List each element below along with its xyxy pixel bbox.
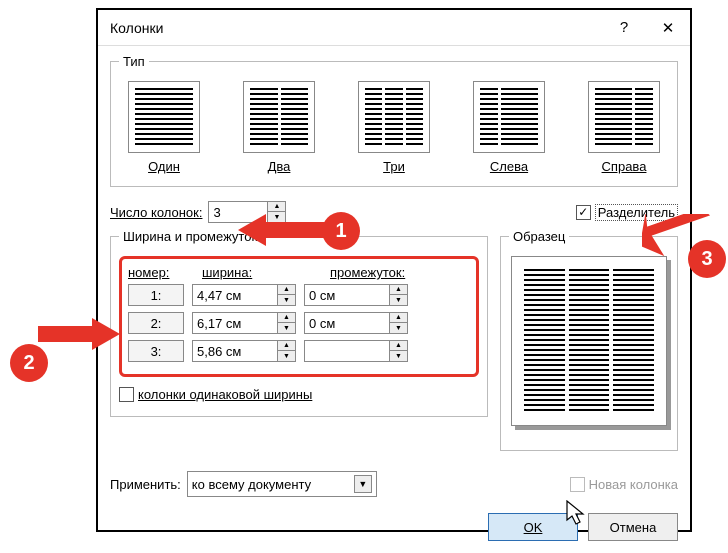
chevron-down-icon: ▼	[354, 475, 372, 493]
sample-legend: Образец	[509, 229, 569, 244]
table-row: 1: ▲▼ ▲▼	[128, 284, 470, 306]
checkbox-checked-icon: ✓	[576, 205, 591, 220]
new-column-checkbox: Новая колонка	[570, 477, 678, 492]
close-button[interactable]: ✕	[646, 10, 690, 45]
table-row: 2: ▲▼ ▲▼	[128, 312, 470, 334]
highlight-box-2: номер: ширина: промежуток: 1: ▲▼ ▲▼ 2:	[119, 256, 479, 377]
dialog-title: Колонки	[98, 20, 602, 36]
mouse-cursor-icon	[566, 500, 586, 529]
col-header-width: ширина:	[202, 265, 322, 280]
checkbox-unchecked-icon	[119, 387, 134, 402]
gap-3-spinner[interactable]: ▲▼	[304, 340, 408, 362]
apply-label: Применить:	[110, 477, 181, 492]
type-legend: Тип	[119, 54, 149, 69]
gap-1-spinner[interactable]: ▲▼	[304, 284, 408, 306]
width-1-spinner[interactable]: ▲▼	[192, 284, 296, 306]
columns-dialog: Колонки ? ✕ Тип Один Два Три	[96, 8, 692, 532]
cancel-button[interactable]: Отмена	[588, 513, 678, 541]
width-group: Ширина и промежуток номер: ширина: проме…	[110, 229, 488, 417]
callout-2: 2	[10, 344, 48, 382]
num-columns-label: Число колонок:	[110, 205, 202, 220]
annotation-arrow-2	[38, 312, 120, 356]
equal-width-checkbox[interactable]: колонки одинаковой ширины	[119, 387, 312, 402]
preset-two[interactable]: Два	[240, 81, 318, 174]
annotation-arrow-1	[238, 208, 330, 252]
preset-one[interactable]: Один	[125, 81, 203, 174]
apply-select[interactable]: ко всему документу ▼	[187, 471, 377, 497]
callout-3: 3	[688, 240, 726, 278]
gap-2-spinner[interactable]: ▲▼	[304, 312, 408, 334]
preset-three[interactable]: Три	[355, 81, 433, 174]
checkbox-disabled-icon	[570, 477, 585, 492]
ok-button[interactable]: OK	[488, 513, 578, 541]
type-group: Тип Один Два Три Слева	[110, 54, 678, 187]
width-2-spinner[interactable]: ▲▼	[192, 312, 296, 334]
new-column-label: Новая колонка	[589, 477, 678, 492]
col-header-gap: промежуток:	[330, 265, 450, 280]
apply-value: ко всему документу	[192, 477, 311, 492]
preview-thumbnail	[511, 256, 667, 426]
preset-left[interactable]: Слева	[470, 81, 548, 174]
col-header-num: номер:	[128, 265, 194, 280]
width-3-spinner[interactable]: ▲▼	[192, 340, 296, 362]
preset-right[interactable]: Справа	[585, 81, 663, 174]
table-row: 3: ▲▼ ▲▼	[128, 340, 470, 362]
sample-group: Образец	[500, 229, 678, 451]
help-button[interactable]: ?	[602, 10, 646, 45]
equal-width-label: колонки одинаковой ширины	[138, 387, 312, 402]
titlebar: Колонки ? ✕	[98, 10, 690, 46]
callout-1: 1	[322, 212, 360, 250]
